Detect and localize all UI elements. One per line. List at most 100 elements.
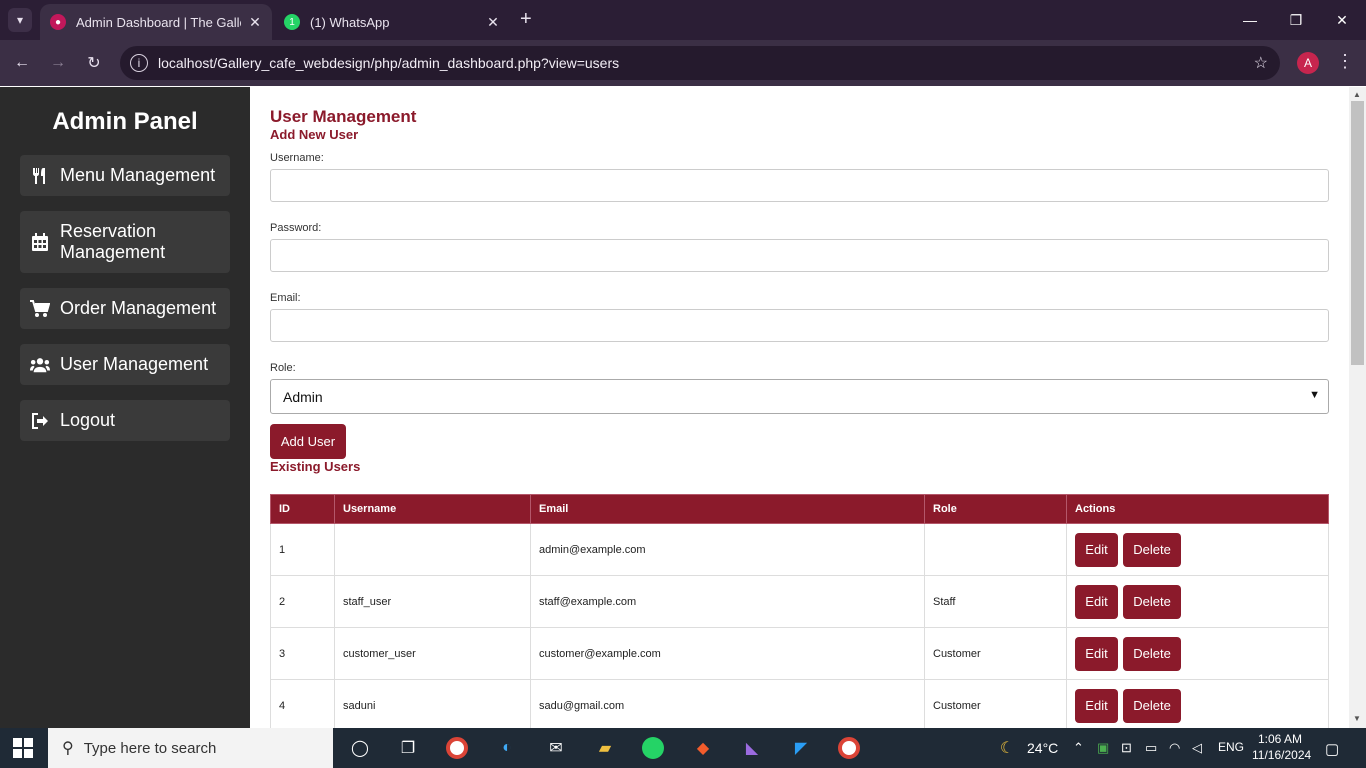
utensils-icon: [30, 167, 50, 185]
search-icon: ⚲: [62, 740, 74, 757]
new-tab-icon[interactable]: +: [520, 9, 532, 29]
weather-icon[interactable]: ☾: [995, 736, 1019, 760]
taskbar-search-box[interactable]: ⚲ Type here to search: [48, 728, 333, 768]
sidebar-item-user-management[interactable]: User Management: [20, 344, 230, 385]
users-icon: [30, 357, 50, 373]
whatsapp-favicon-icon: 1: [284, 14, 300, 30]
delete-button[interactable]: Delete: [1123, 584, 1182, 619]
close-tab-icon[interactable]: ✕: [246, 13, 264, 31]
battery-icon[interactable]: ▭: [1145, 740, 1157, 756]
cell-role: Customer: [924, 627, 1067, 680]
windows-start-icon[interactable]: [13, 738, 33, 758]
forward-icon[interactable]: →: [46, 51, 70, 75]
language-indicator[interactable]: ENG: [1218, 740, 1244, 754]
sidebar-item-reservation-management[interactable]: Reservation Management: [20, 211, 230, 273]
taskbar-search-placeholder: Type here to search: [83, 739, 217, 757]
cortana-icon[interactable]: ◯: [348, 736, 372, 760]
bookmark-star-icon[interactable]: ☆: [1254, 53, 1268, 73]
sidebar-item-logout[interactable]: Logout: [20, 400, 230, 441]
cell-email: sadu@gmail.com: [530, 679, 925, 728]
table-row: 4 saduni sadu@gmail.com Customer Edit De…: [270, 679, 1329, 728]
brave-icon[interactable]: ◆: [691, 736, 715, 760]
cell-id: 1: [270, 523, 335, 576]
file-explorer-icon[interactable]: ▰: [593, 736, 617, 760]
edge-icon[interactable]: ◐: [495, 736, 519, 760]
vscode-icon[interactable]: ◤: [789, 736, 813, 760]
page-title: User Management: [270, 107, 417, 126]
add-user-button[interactable]: Add User: [270, 424, 346, 459]
weather-temp[interactable]: 24°C: [1027, 740, 1058, 756]
delete-button[interactable]: Delete: [1123, 532, 1182, 567]
tab-search-icon[interactable]: ▾: [8, 8, 32, 32]
sidebar-item-label: Order Management: [60, 298, 217, 318]
delete-button[interactable]: Delete: [1123, 688, 1182, 723]
role-select[interactable]: Admin ▼: [270, 379, 1329, 414]
site-info-icon[interactable]: i: [130, 54, 148, 72]
column-header-id: ID: [270, 494, 335, 524]
delete-button[interactable]: Delete: [1123, 636, 1182, 671]
visual-studio-icon[interactable]: ◣: [740, 736, 764, 760]
clock-time[interactable]: 1:06 AM: [1258, 732, 1302, 746]
sidebar-item-label: User Management: [60, 354, 209, 374]
table-row: 1 admin@example.com Edit Delete: [270, 523, 1329, 576]
table-row: 3 customer_user customer@example.com Cus…: [270, 627, 1329, 680]
whatsapp-app-icon[interactable]: [642, 737, 664, 759]
tab-whatsapp[interactable]: 1 (1) WhatsApp ✕: [274, 4, 510, 40]
close-window-icon[interactable]: ✕: [1330, 8, 1354, 32]
sidebar-item-label: Menu Management: [60, 165, 216, 185]
sidebar-item-menu-management[interactable]: Menu Management: [20, 155, 230, 196]
cell-id: 2: [270, 575, 335, 628]
tray-app-icon[interactable]: ▣: [1097, 740, 1109, 756]
tab-admin-dashboard[interactable]: ● Admin Dashboard | The Gallery ✕: [40, 4, 272, 40]
wifi-icon[interactable]: ◠: [1169, 740, 1180, 756]
tab-title: (1) WhatsApp: [310, 14, 390, 30]
clock-date[interactable]: 11/16/2024: [1252, 748, 1311, 762]
username-label: Username:: [270, 152, 324, 164]
url-text[interactable]: localhost/Gallery_cafe_webdesign/php/adm…: [158, 55, 619, 71]
scroll-up-icon[interactable]: ▲: [1353, 90, 1361, 99]
edit-button[interactable]: Edit: [1075, 636, 1118, 671]
username-input[interactable]: [270, 169, 1329, 202]
edit-button[interactable]: Edit: [1075, 688, 1118, 723]
column-header-email: Email: [530, 494, 925, 524]
browser-toolbar: ← → ↻ i localhost/Gallery_cafe_webdesign…: [0, 40, 1366, 86]
cell-username: [334, 523, 531, 576]
close-tab-icon[interactable]: ✕: [484, 13, 502, 31]
cell-actions: Edit Delete: [1066, 627, 1329, 680]
calendar-icon: [30, 233, 50, 251]
volume-icon[interactable]: ◁: [1192, 740, 1202, 756]
tray-device-icon[interactable]: ⊡: [1121, 740, 1132, 756]
page-scrollbar[interactable]: ▲ ▼: [1349, 87, 1366, 728]
mail-icon[interactable]: ✉: [544, 736, 568, 760]
more-menu-icon[interactable]: ⋮: [1336, 51, 1354, 72]
back-icon[interactable]: ←: [10, 51, 34, 75]
tray-chevron-icon[interactable]: ⌃: [1073, 740, 1084, 756]
sidebar-item-label: Reservation Management: [60, 221, 166, 262]
reload-icon[interactable]: ↻: [82, 51, 106, 75]
sidebar-item-label: Logout: [60, 410, 116, 430]
notifications-icon[interactable]: ▢: [1325, 740, 1339, 758]
cell-email: customer@example.com: [530, 627, 925, 680]
cell-actions: Edit Delete: [1066, 523, 1329, 576]
edit-button[interactable]: Edit: [1075, 532, 1118, 567]
email-input[interactable]: [270, 309, 1329, 342]
address-bar[interactable]: i localhost/Gallery_cafe_webdesign/php/a…: [120, 46, 1280, 80]
browser-tab-strip: ▾ ● Admin Dashboard | The Gallery ✕ 1 (1…: [0, 0, 1366, 40]
minimize-icon[interactable]: —: [1238, 8, 1262, 32]
existing-users-heading: Existing Users: [270, 459, 361, 474]
scroll-down-icon[interactable]: ▼: [1353, 714, 1361, 723]
chrome-icon[interactable]: [446, 737, 468, 759]
restore-icon[interactable]: ❐: [1284, 8, 1308, 32]
task-view-icon[interactable]: ❐: [396, 736, 420, 760]
password-input[interactable]: [270, 239, 1329, 272]
sidebar: Admin Panel Menu Management Reservation …: [0, 87, 250, 728]
edit-button[interactable]: Edit: [1075, 584, 1118, 619]
column-header-role: Role: [924, 494, 1067, 524]
profile-avatar[interactable]: A: [1297, 52, 1319, 74]
chrome-profile-icon[interactable]: [838, 737, 860, 759]
scrollbar-thumb[interactable]: [1351, 101, 1364, 365]
column-header-username: Username: [334, 494, 531, 524]
cell-id: 3: [270, 627, 335, 680]
sidebar-item-order-management[interactable]: Order Management: [20, 288, 230, 329]
table-row: 2 staff_user staff@example.com Staff Edi…: [270, 575, 1329, 628]
